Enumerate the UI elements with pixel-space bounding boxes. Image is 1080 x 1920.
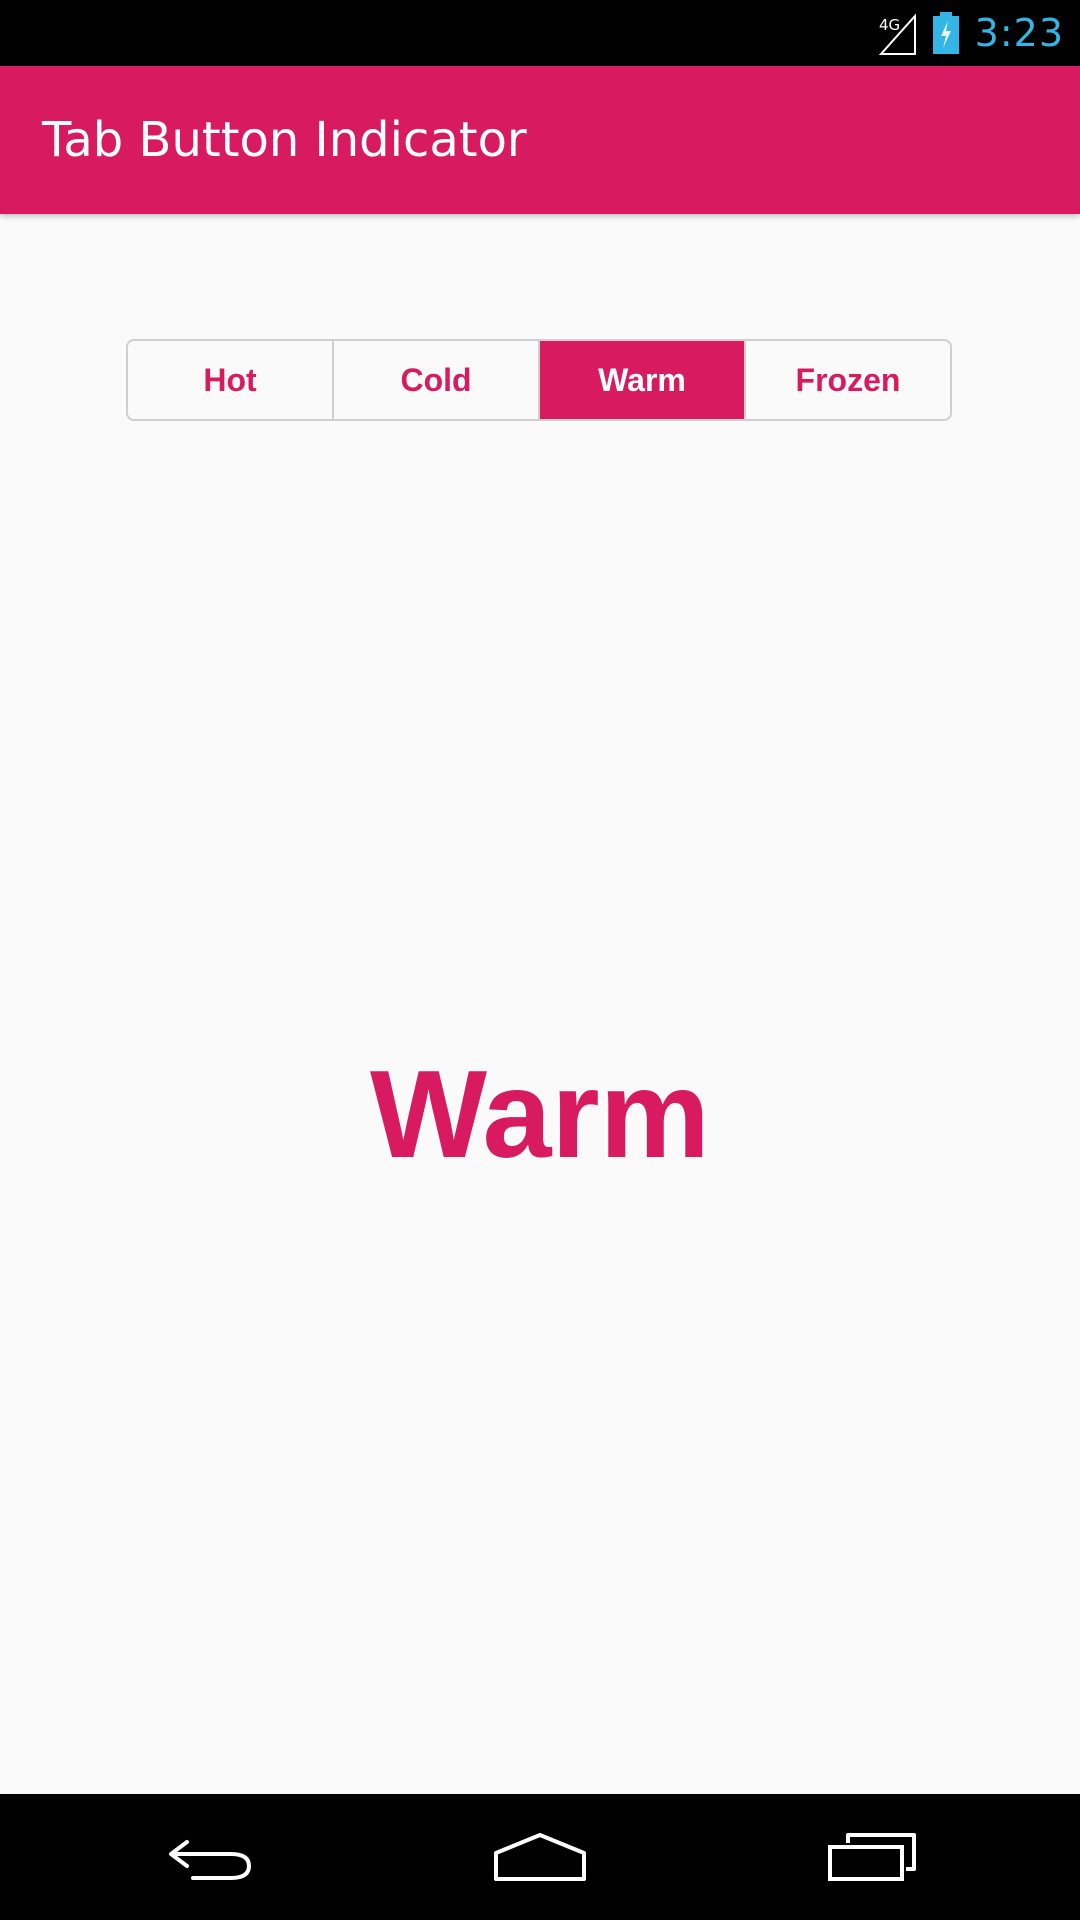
status-clock: 3:23 [974,11,1064,55]
tab-cold[interactable]: Cold [332,341,538,419]
tab-warm[interactable]: Warm [538,341,744,419]
recents-icon [828,1833,916,1881]
status-icons: 4G 3:23 [878,0,1064,66]
network-type-label: 4G [879,16,900,34]
recents-button[interactable] [782,1794,962,1920]
tab-frozen[interactable]: Frozen [744,341,950,419]
home-button[interactable] [450,1794,630,1920]
selected-tab-label: Warm [370,1046,710,1184]
home-icon [494,1833,586,1881]
back-icon [169,1840,252,1880]
tab-hot[interactable]: Hot [128,341,332,419]
battery-icon [931,11,961,55]
back-button[interactable] [120,1794,300,1920]
app-title: Tab Button Indicator [42,112,527,168]
app-bar: Tab Button Indicator [0,66,1080,214]
signal-icon: 4G [878,10,917,56]
tab-button-group: Hot Cold Warm Frozen [126,339,952,421]
navigation-bar [0,1794,1080,1920]
status-bar: 4G 3:23 [0,0,1080,66]
